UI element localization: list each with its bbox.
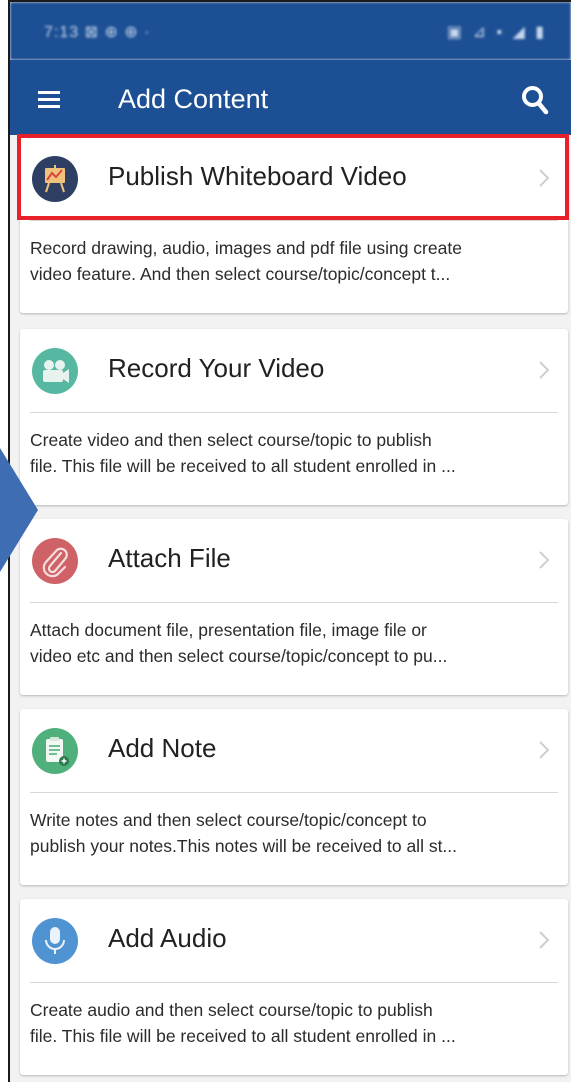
description-line: file. This file will be received to all …	[30, 1026, 456, 1046]
card-header[interactable]: Attach File	[20, 519, 568, 602]
description-line: Create video and then select course/topi…	[30, 430, 432, 450]
chevron-right-icon	[538, 550, 550, 570]
phone-screen: 7:13 ⊠ ⊕ ⊕ · ▣ ⊿ ▪ ◢ ▮ Add Content Publi…	[8, 0, 571, 1082]
description-line: Attach document file, presentation file,…	[30, 620, 427, 640]
whiteboard-easel-icon	[32, 156, 78, 202]
search-icon[interactable]	[521, 85, 549, 115]
card-record-your-video[interactable]: Record Your Video Create video and then …	[20, 329, 568, 505]
hamburger-icon[interactable]	[38, 91, 60, 108]
card-description: Create audio and then select course/topi…	[30, 997, 554, 1049]
card-header[interactable]: Add Note	[20, 709, 568, 792]
card-header[interactable]: Add Audio	[20, 899, 568, 982]
description-line: video etc and then select course/topic/c…	[30, 646, 448, 666]
status-indicators: ▣ ⊿ ▪ ◢ ▮	[446, 24, 547, 41]
card-title: Attach File	[108, 543, 231, 573]
divider	[30, 982, 558, 983]
card-description: Record drawing, audio, images and pdf fi…	[30, 235, 554, 287]
card-description: Create video and then select course/topi…	[30, 427, 554, 479]
card-title: Add Audio	[108, 923, 227, 953]
card-add-audio[interactable]: Add Audio Create audio and then select c…	[20, 899, 568, 1075]
note-icon	[32, 728, 78, 774]
chevron-right-icon	[538, 168, 550, 188]
status-time: 7:13 ⊠ ⊕ ⊕ ·	[44, 24, 151, 41]
page-title: Add Content	[118, 84, 269, 114]
card-header[interactable]: Record Your Video	[20, 329, 568, 412]
pointer-arrow	[0, 448, 40, 572]
card-description: Write notes and then select course/topic…	[30, 807, 554, 859]
card-title: Publish Whiteboard Video	[108, 161, 407, 191]
divider	[30, 220, 558, 221]
card-title: Add Note	[108, 733, 217, 763]
card-title: Record Your Video	[108, 353, 325, 383]
description-line: Create audio and then select course/topi…	[30, 1000, 433, 1020]
description-line: Record drawing, audio, images and pdf fi…	[30, 238, 462, 258]
status-bar: 7:13 ⊠ ⊕ ⊕ · ▣ ⊿ ▪ ◢ ▮	[10, 2, 571, 60]
divider	[30, 602, 558, 603]
video-camera-icon	[32, 348, 78, 394]
chevron-right-icon	[538, 360, 550, 380]
divider	[30, 792, 558, 793]
card-add-note[interactable]: Add Note Write notes and then select cou…	[20, 709, 568, 885]
microphone-icon	[32, 918, 78, 964]
chevron-right-icon	[538, 930, 550, 950]
app-bar: Add Content	[10, 60, 571, 135]
card-header[interactable]: Publish Whiteboard Video	[20, 137, 568, 220]
card-description: Attach document file, presentation file,…	[30, 617, 554, 669]
description-line: video feature. And then select course/to…	[30, 264, 451, 284]
card-attach-file[interactable]: Attach File Attach document file, presen…	[20, 519, 568, 695]
divider	[30, 412, 558, 413]
description-line: file. This file will be received to all …	[30, 456, 456, 476]
description-line: publish your notes.This notes will be re…	[30, 836, 458, 856]
card-publish-whiteboard-video[interactable]: Publish Whiteboard Video Record drawing,…	[20, 137, 568, 313]
description-line: Write notes and then select course/topic…	[30, 810, 427, 830]
chevron-right-icon	[538, 740, 550, 760]
